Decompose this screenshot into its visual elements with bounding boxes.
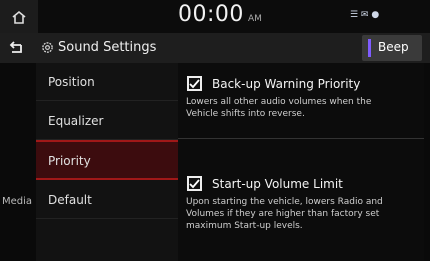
divider [178,138,430,139]
menu-item-equalizer[interactable]: Equalizer [36,102,178,140]
title-bar: Sound Settings Beep [0,33,430,63]
am-pm: AM [248,14,262,24]
scrollbar[interactable] [424,63,430,261]
menu-item-position[interactable]: Position [36,63,178,101]
home-icon [12,10,26,24]
media-strip[interactable] [0,63,36,261]
status-icons: ☰ ✉ ● [350,10,380,20]
backup-warning-checkbox[interactable] [187,76,202,91]
media-label: Media [2,196,33,207]
backup-warning-title: Back-up Warning Priority [212,77,361,91]
gear-icon [42,42,53,53]
startup-volume-title: Start-up Volume Limit [212,177,343,191]
priority-panel: Back-up Warning Priority Lowers all othe… [178,63,430,261]
back-button[interactable] [0,33,30,63]
back-arrow-icon [9,41,22,53]
page-title: Sound Settings [58,40,157,55]
menu-item-default[interactable]: Default [36,181,178,219]
menu-item-priority[interactable]: Priority [36,140,178,180]
beep-button[interactable]: Beep [362,35,422,61]
checkmark-icon [189,178,200,188]
status-bar: 00:00 AM ☰ ✉ ● [0,0,430,33]
startup-volume-desc-1: Upon starting the vehicle, lowers Radio … [186,197,383,207]
startup-volume-desc-3: maximum Start-up levels. [186,221,303,231]
clock: 00:00 [178,2,244,27]
beep-indicator [368,39,371,57]
head-unit-screen: 00:00 AM ☰ ✉ ● Sound Settings Beep Media… [0,0,430,261]
settings-menu: Position Equalizer Priority Default [36,63,178,261]
startup-volume-checkbox[interactable] [187,176,202,191]
startup-volume-desc-2: Volumes if they are higher than factory … [186,209,380,219]
backup-warning-desc-2: Vehicle shifts into reverse. [186,109,305,118]
home-button[interactable] [0,0,38,33]
beep-label: Beep [378,40,409,54]
backup-warning-desc-1: Lowers all other audio volumes when the [186,97,372,107]
checkmark-icon [189,78,200,88]
